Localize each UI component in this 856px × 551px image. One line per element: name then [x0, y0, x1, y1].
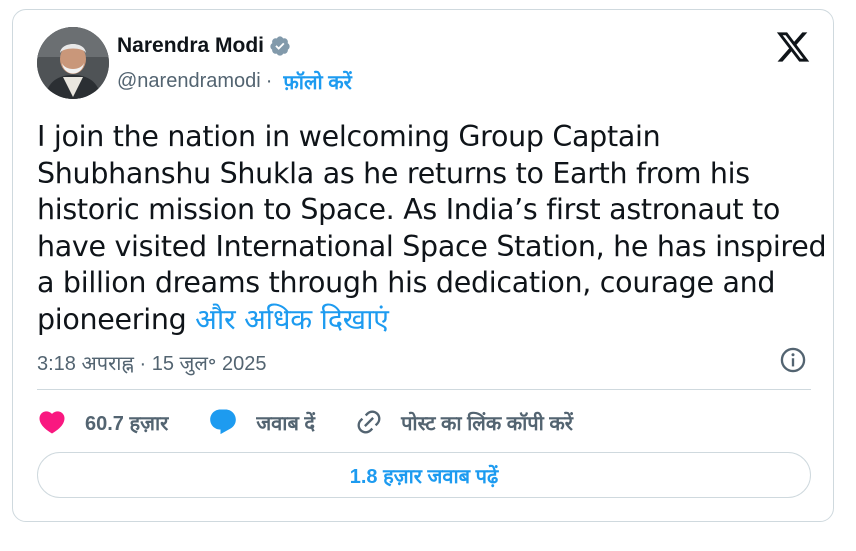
author-name[interactable]: Narendra Modi [117, 34, 264, 58]
like-count: 60.7 हज़ार [85, 412, 169, 435]
author-handle-row: @narendramodi · फ़ॉलो करें [117, 68, 352, 95]
divider [37, 389, 811, 390]
tweet-text: I join the nation in welcoming Group Cap… [37, 119, 827, 338]
copy-link-label: पोस्ट का लिंक कॉपी करें [401, 412, 573, 435]
verified-badge-icon [270, 36, 290, 56]
reply-label: जवाब दें [256, 412, 316, 435]
x-logo-icon[interactable] [775, 29, 811, 65]
author-handle[interactable]: @narendramodi [117, 70, 261, 93]
author-name-row: Narendra Modi [117, 34, 291, 58]
copy-link-button[interactable]: पोस्ट का लिंक कॉपी करें [355, 408, 573, 436]
reply-bubble-icon [210, 409, 237, 435]
avatar[interactable] [37, 27, 109, 99]
heart-icon [39, 411, 65, 434]
tweet-body: I join the nation in welcoming Group Cap… [37, 120, 827, 336]
link-icon [357, 410, 381, 434]
tweet-embed-card: Narendra Modi @narendramodi · फ़ॉलो करें… [12, 9, 834, 522]
like-button[interactable]: 60.7 हज़ार [37, 407, 168, 437]
show-more-link[interactable]: और अधिक दिखाएं [195, 303, 389, 336]
avatar-image [37, 27, 109, 99]
tweet-timestamp[interactable]: 3:18 अपराह्न · 15 जुल॰ 2025 [37, 349, 266, 376]
info-icon[interactable] [779, 346, 807, 374]
action-bar: 60.7 हज़ार जवाब दें पोस्ट का लिंक कॉपी क… [37, 406, 613, 438]
reply-button[interactable]: जवाब दें [208, 407, 315, 437]
separator-dot: · [265, 70, 273, 92]
read-replies-button[interactable]: 1.8 हज़ार जवाब पढ़ें [37, 452, 811, 498]
follow-button[interactable]: फ़ॉलो करें [283, 68, 351, 95]
